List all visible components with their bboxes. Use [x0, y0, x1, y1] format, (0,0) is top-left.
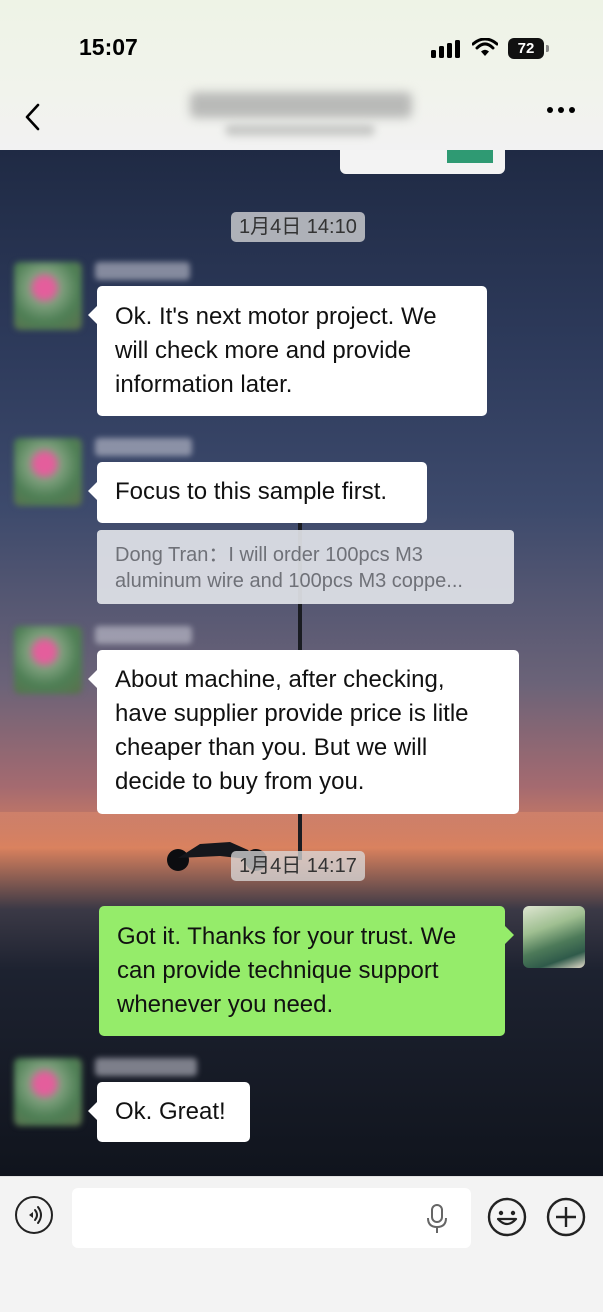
timestamp: 1月4日 14:17: [231, 851, 365, 881]
sender-name-blurred: [95, 626, 192, 644]
message-input[interactable]: [72, 1188, 471, 1248]
message-line: decide to buy from you.: [115, 768, 365, 795]
chat-subtitle-blurred: [225, 124, 375, 136]
microphone-icon[interactable]: [425, 1204, 449, 1234]
avatar[interactable]: [14, 1058, 82, 1126]
emoji-icon[interactable]: [487, 1197, 527, 1237]
message-line: About machine, after checking,: [115, 666, 445, 693]
message-line: Focus to this sample first.: [115, 478, 388, 505]
quote-line: aluminum wire and 100pcs M3 coppe...: [115, 570, 463, 592]
message-line: Ok. Great!: [115, 1098, 226, 1125]
chevron-left-icon[interactable]: [22, 102, 42, 132]
sender-name-blurred: [95, 1058, 197, 1076]
quote-line: Dong Tran：I will order 100pcs M3: [115, 544, 423, 566]
message-bubble[interactable]: Ok. It's next motor project. We will che…: [88, 286, 487, 416]
message-line: will check more and provide: [115, 337, 412, 364]
avatar[interactable]: [14, 262, 82, 330]
message-line: Got it. Thanks for your trust. We: [117, 923, 457, 950]
cellular-signal-icon: [431, 40, 460, 58]
chat-title-blurred: [190, 92, 412, 118]
message-line: have supplier provide price is litle: [115, 700, 469, 727]
outgoing-message-bubble[interactable]: Got it. Thanks for your trust. We can pr…: [99, 906, 514, 1036]
avatar[interactable]: [14, 626, 82, 694]
previous-message-thumbnail[interactable]: [447, 150, 493, 163]
more-dots-icon[interactable]: [546, 106, 576, 114]
message-line: whenever you need.: [117, 991, 334, 1018]
wifi-icon: [472, 38, 498, 56]
message-bubble[interactable]: Ok. Great!: [88, 1082, 250, 1142]
my-avatar[interactable]: [523, 906, 585, 968]
plus-icon[interactable]: [546, 1197, 586, 1237]
sender-name-blurred: [95, 438, 192, 456]
message-bubble[interactable]: Focus to this sample first.: [88, 462, 427, 523]
message-bubble[interactable]: About machine, after checking, have supp…: [88, 650, 519, 814]
avatar[interactable]: [14, 438, 82, 506]
message-line: can provide technique support: [117, 957, 439, 984]
voice-icon[interactable]: [15, 1196, 53, 1234]
sender-name-blurred: [95, 262, 190, 280]
timestamp: 1月4日 14:10: [231, 212, 365, 242]
quoted-message[interactable]: Dong Tran：I will order 100pcs M3 aluminu…: [97, 530, 514, 604]
message-line: Ok. It's next motor project. We: [115, 303, 437, 330]
message-line: cheaper than you. But we will: [115, 734, 428, 761]
battery-tip: [546, 45, 549, 52]
message-line: information later.: [115, 371, 293, 398]
status-and-header-area: 15:07 72: [0, 0, 603, 150]
battery-indicator: 72: [508, 38, 544, 59]
status-time: 15:07: [79, 34, 138, 60]
